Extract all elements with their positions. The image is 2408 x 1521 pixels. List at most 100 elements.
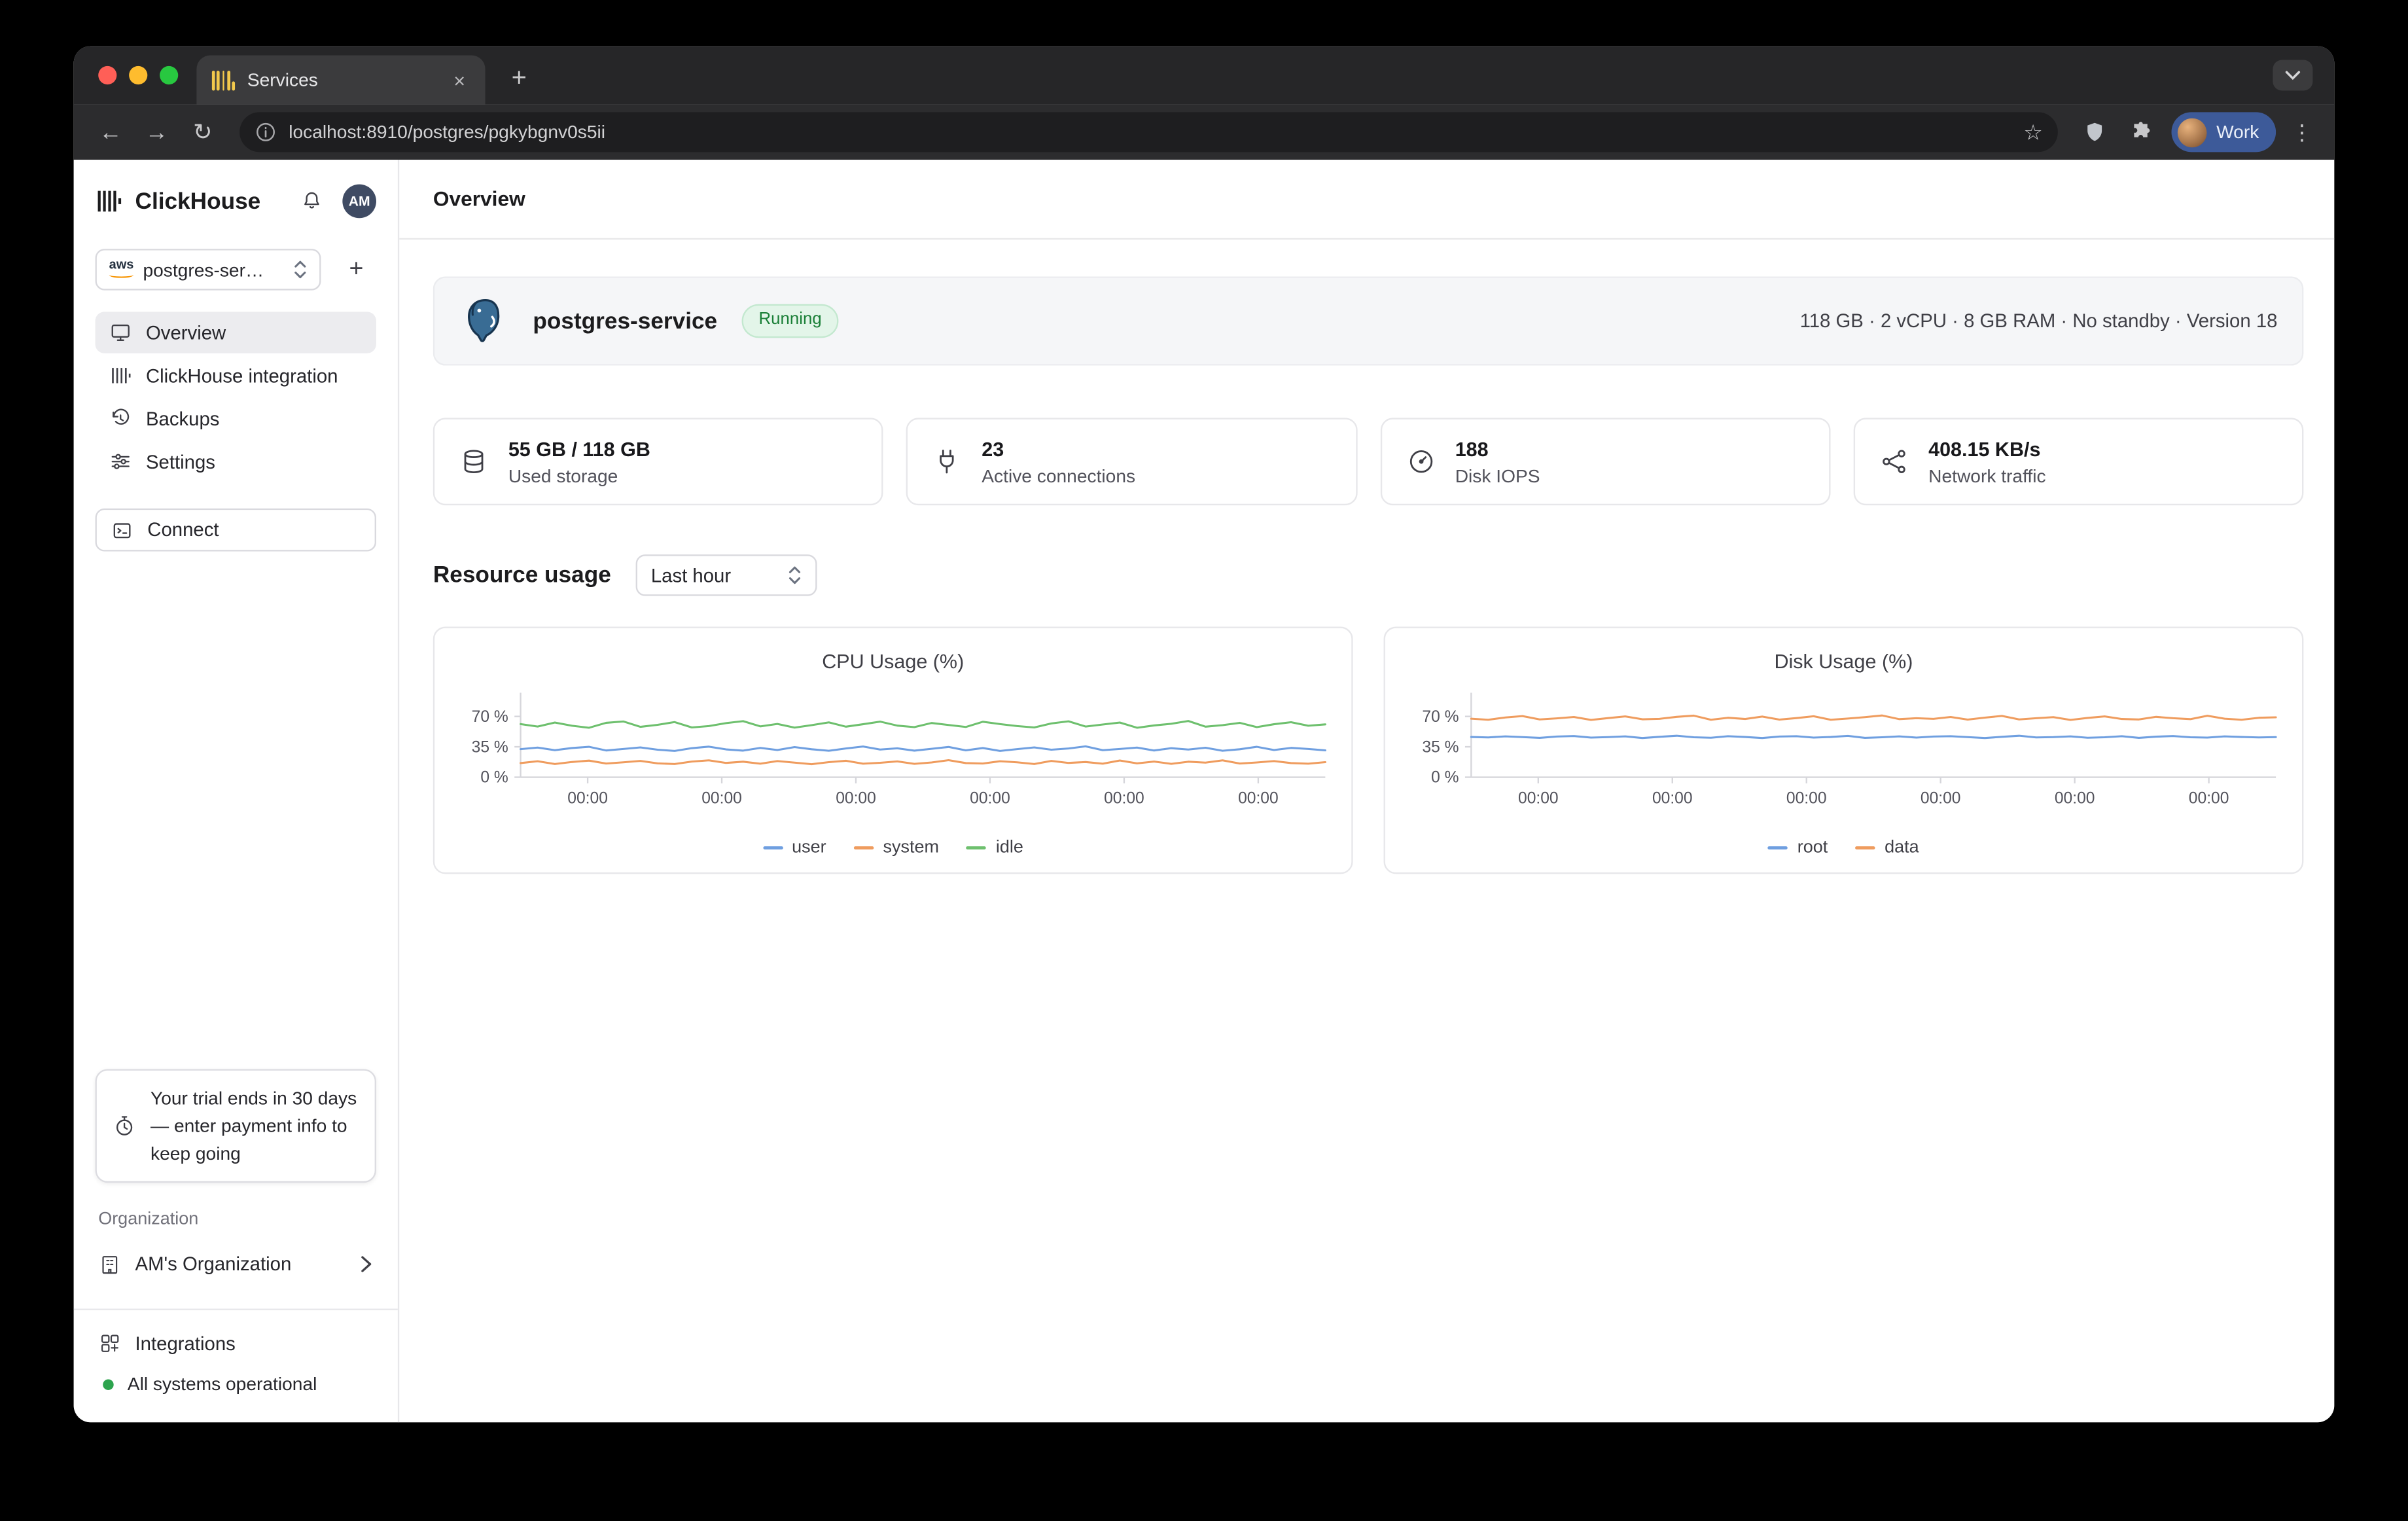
svg-text:70 %: 70 % [471,708,508,726]
profile-chip[interactable]: Work [2172,112,2276,152]
time-range-select[interactable]: Last hour [635,554,817,596]
svg-text:00:00: 00:00 [835,789,876,807]
stopwatch-icon [112,1114,137,1139]
sidebar-item-clickhouse-integration[interactable]: ClickHouse integration [96,355,376,396]
chevron-right-icon [359,1255,373,1273]
site-info-icon[interactable] [255,121,277,143]
sidebar-item-backups[interactable]: Backups [96,398,376,439]
sidebar-item-label: Settings [146,451,215,473]
svg-text:00:00: 00:00 [2054,789,2095,807]
user-avatar[interactable]: AM [342,185,376,219]
service-selector-row: aws postgres-ser… + [96,249,376,290]
chevron-down-icon [2284,69,2302,82]
window-minimize-button[interactable] [129,66,147,84]
browser-window: Services × + ← → ↻ localhost:8910/postgr… [74,46,2335,1422]
svg-text:0 %: 0 % [480,769,508,787]
url-text: localhost:8910/postgres/pgkybgnv0s5ii [289,121,2011,143]
tab-search-button[interactable] [2273,60,2312,91]
sidebar-divider [74,1309,398,1310]
cpu-usage-plot: 0 %35 %70 %00:0000:0000:0000:0000:0000:0… [449,685,1337,832]
sidebar-nav: Overview ClickHouse integration Backups [96,312,376,484]
integrations-label: Integrations [135,1333,236,1354]
svg-text:35 %: 35 % [471,738,508,756]
disk-usage-plot: 0 %35 %70 %00:0000:0000:0000:0000:0000:0… [1400,685,2288,832]
connect-label: Connect [147,519,219,541]
svg-text:00:00: 00:00 [1652,789,1692,807]
tab-close-icon[interactable]: × [449,67,470,93]
stat-card-disk-iops: 188 Disk IOPS [1380,418,1830,505]
browser-tab-services[interactable]: Services × [196,55,485,104]
integrations-item[interactable]: Integrations [96,1323,376,1364]
profile-label: Work [2216,121,2259,143]
status-dot-icon [103,1378,113,1389]
aws-icon: aws [109,258,134,278]
chart-legend: rootdata [1399,838,2288,857]
address-bar[interactable]: localhost:8910/postgres/pgkybgnv0s5ii ☆ [239,112,2058,152]
svg-text:00:00: 00:00 [701,789,741,807]
legend-item: idle [966,838,1023,857]
connect-button[interactable]: Connect [96,509,376,552]
sidebar-spacer [96,552,376,1069]
database-icon [459,447,489,476]
organization-name: AM's Organization [135,1253,346,1275]
stat-card-used-storage: 55 GB / 118 GB Used storage [433,418,883,505]
shield-icon[interactable] [2074,120,2117,145]
svg-text:00:00: 00:00 [2188,789,2229,807]
svg-text:70 %: 70 % [1421,708,1458,726]
reload-button[interactable]: ↻ [181,120,224,143]
extensions-puzzle-icon[interactable] [2119,120,2163,145]
main-header: Overview [399,160,2334,240]
sidebar-item-settings[interactable]: Settings [96,441,376,482]
chart-title: Disk Usage (%) [1399,650,2288,673]
forward-button[interactable]: → [135,120,179,143]
organization-item[interactable]: AM's Organization [96,1244,376,1284]
svg-text:35 %: 35 % [1421,738,1458,756]
chart-legend: usersystemidle [448,838,1337,857]
stat-label: Used storage [508,465,650,486]
legend-item: system [854,838,939,857]
svg-text:00:00: 00:00 [969,789,1010,807]
screen: Services × + ← → ↻ localhost:8910/postgr… [0,0,2408,1520]
stat-value: 23 [982,437,1135,460]
main-body: postgres-service Running 118 GB · 2 vCPU… [399,240,2334,874]
legend-item: data [1856,838,1919,857]
system-status-item[interactable]: All systems operational [96,1364,376,1404]
new-tab-button[interactable]: + [501,60,537,97]
bell-icon[interactable] [300,189,325,214]
svg-text:00:00: 00:00 [567,789,607,807]
service-banner: postgres-service Running 118 GB · 2 vCPU… [433,276,2304,365]
stats-row: 55 GB / 118 GB Used storage 23 Active co… [433,418,2304,505]
window-zoom-button[interactable] [160,66,178,84]
brand-name: ClickHouse [135,188,261,214]
service-name: postgres-service [533,308,717,334]
clickhouse-logo-icon [96,187,123,215]
browser-menu-button[interactable]: ⋮ [2285,121,2319,143]
tab-strip: Services × + [74,46,2335,104]
stat-label: Network traffic [1928,465,2045,486]
back-button[interactable]: ← [89,120,132,143]
app-content: ClickHouse AM aws postgres-ser… + [74,160,2335,1422]
stat-card-active-connections: 23 Active connections [906,418,1356,505]
status-badge: Running [742,305,839,338]
chart-title: CPU Usage (%) [448,650,1337,673]
brand-row: ClickHouse AM [96,178,376,224]
charts-row: CPU Usage (%) 0 % 35 % 70 % 00:00 00:00 00:00… [433,627,2304,874]
sidebar-item-overview[interactable]: Overview [96,312,376,353]
monitor-icon [109,321,132,344]
connections-icon [932,447,962,476]
chevron-up-down-icon [293,260,307,280]
cpu-usage-chart-card: CPU Usage (%) 0 % 35 % 70 % 00:00 00:00 00:00… [433,627,1353,874]
stat-value: 408.15 KB/s [1928,437,2045,460]
tab-title: Services [247,69,449,91]
trial-notice-text: Your trial ends in 30 days — enter payme… [150,1084,359,1168]
sidebar-item-label: ClickHouse integration [146,365,338,386]
stat-value: 188 [1455,437,1540,460]
window-close-button[interactable] [98,66,116,84]
service-selector[interactable]: aws postgres-ser… [96,249,321,290]
traffic-lights [98,66,178,84]
add-service-button[interactable]: + [336,249,376,289]
bookmark-star-icon[interactable]: ☆ [2023,121,2042,143]
svg-text:00:00: 00:00 [1237,789,1278,807]
service-specs: 118 GB · 2 vCPU · 8 GB RAM · No standby … [1800,310,2278,332]
stat-label: Active connections [982,465,1135,486]
